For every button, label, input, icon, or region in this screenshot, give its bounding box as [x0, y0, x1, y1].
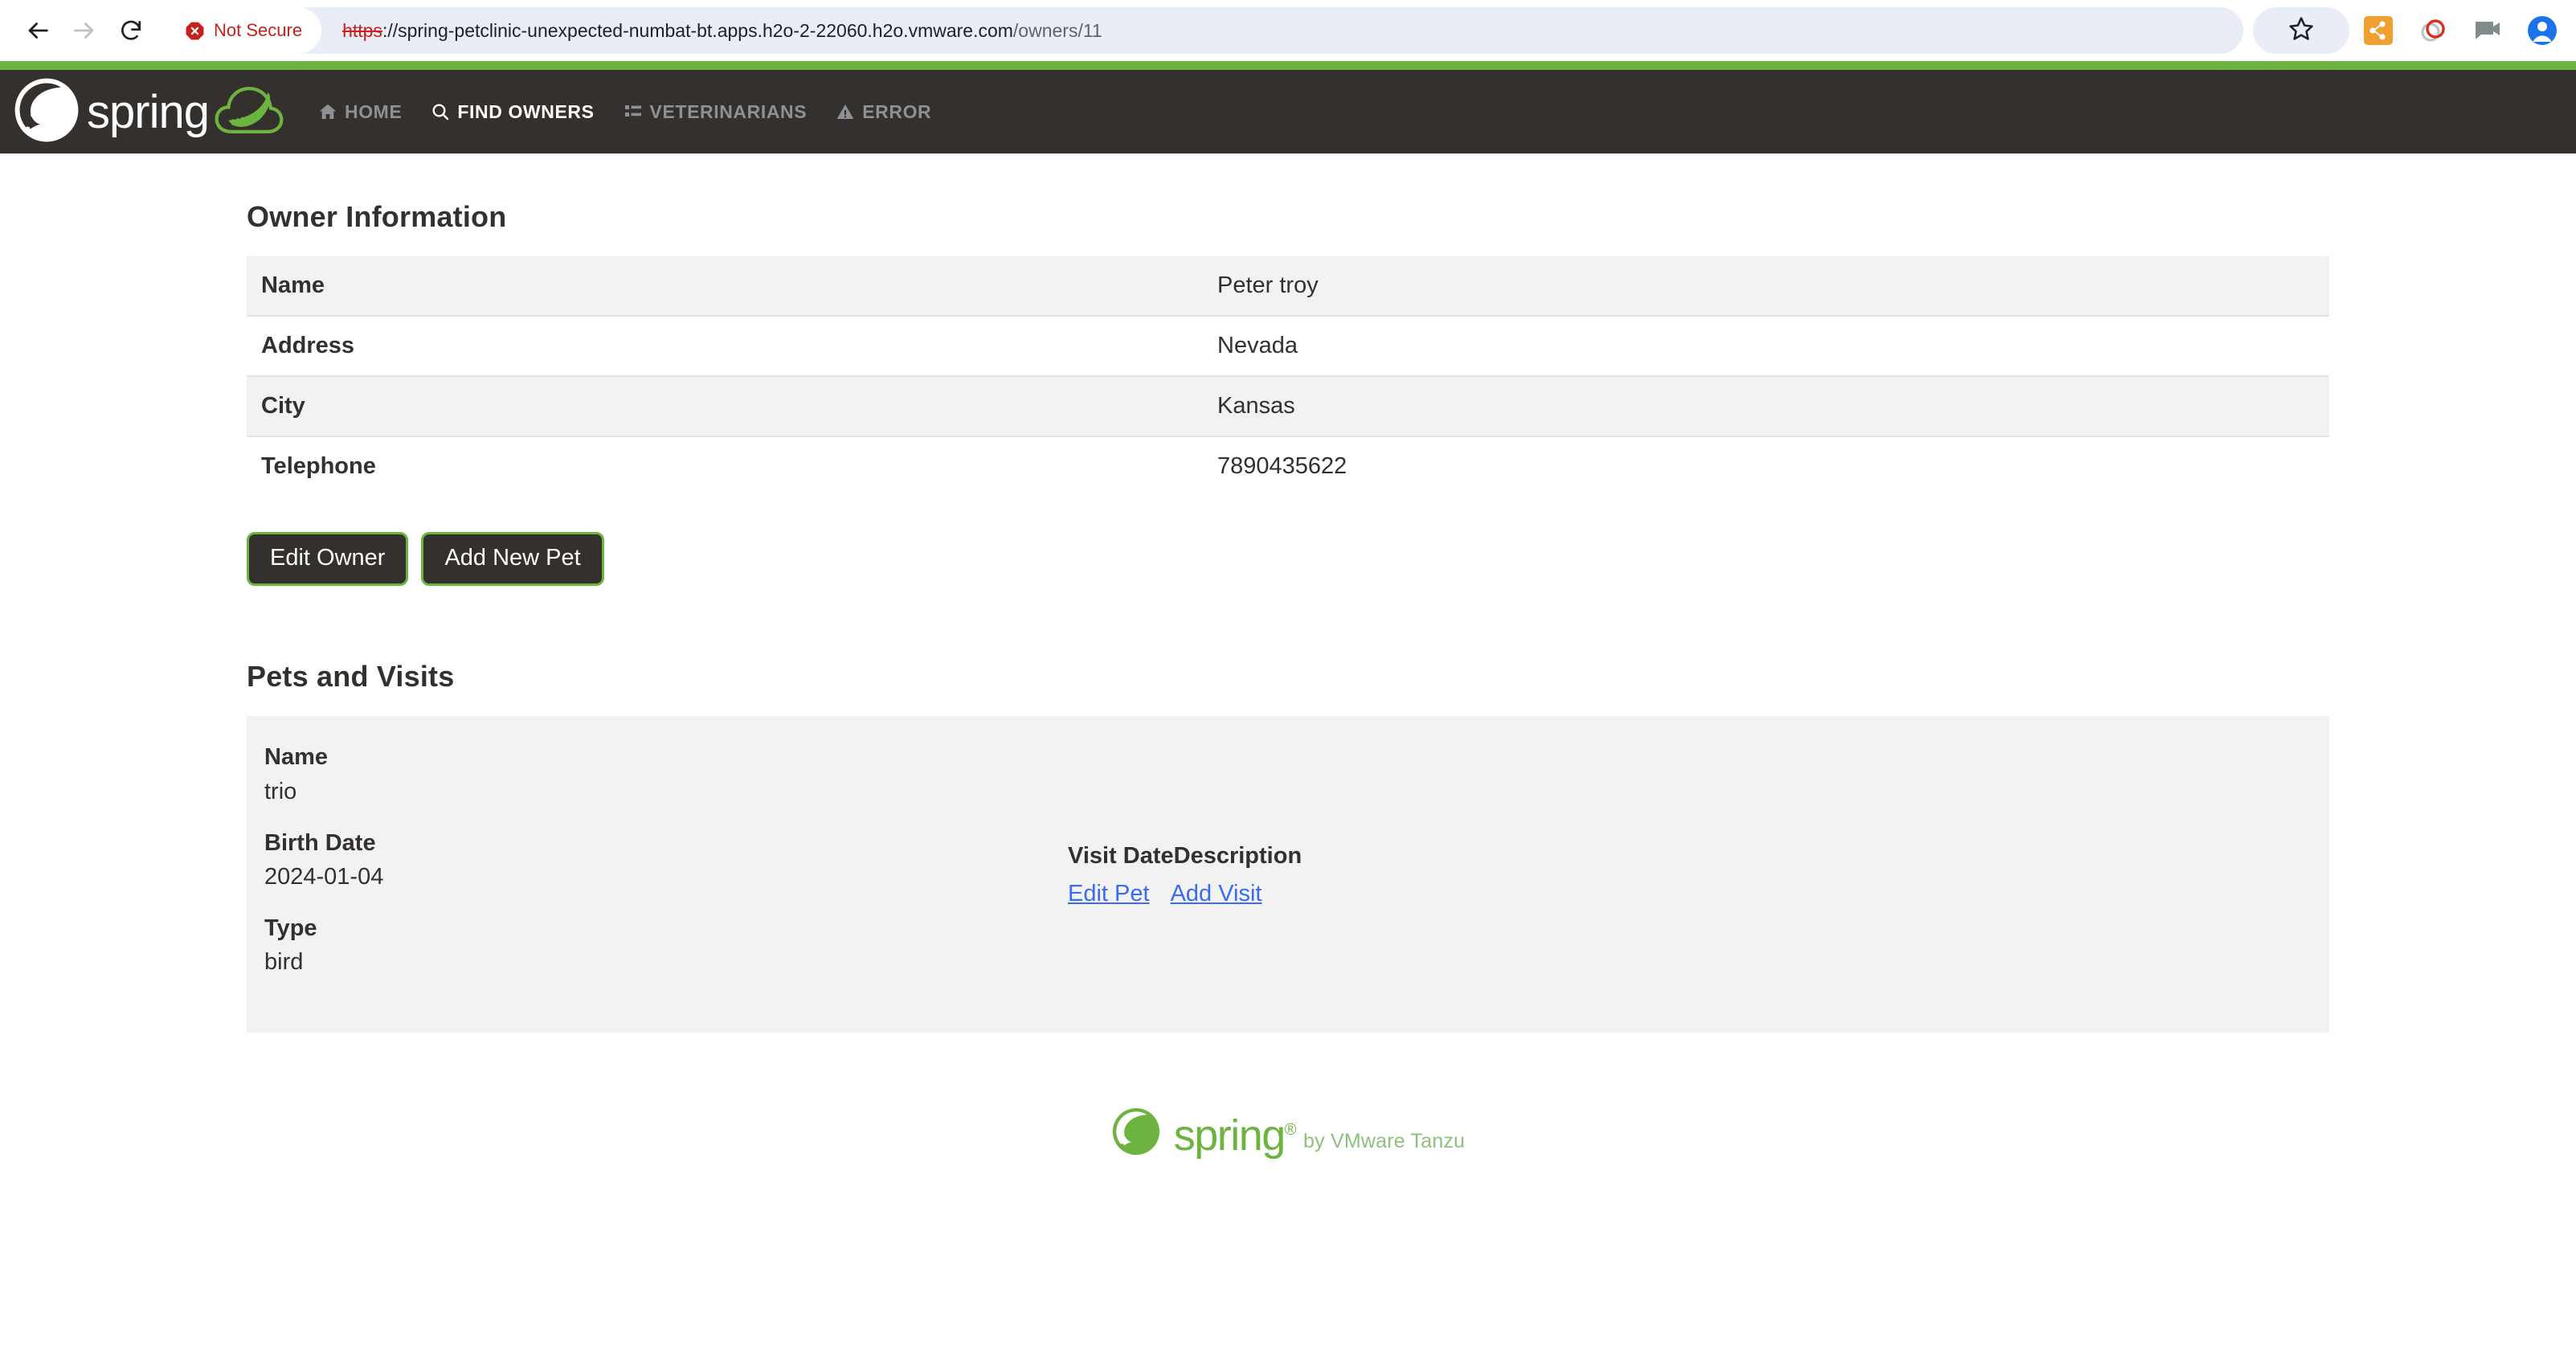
security-status-chip[interactable]: Not Secure [169, 7, 322, 54]
registered-mark: ® [1284, 1121, 1297, 1140]
url-path: /owners/11 [1012, 19, 1102, 41]
browser-extensions [2362, 14, 2562, 47]
bookmark-button[interactable] [2253, 7, 2349, 54]
nav-item-home[interactable]: HOME [318, 101, 402, 123]
pet-name-label: Name [264, 744, 328, 771]
visit-date-header: Visit Date [1068, 843, 1174, 870]
add-visit-link[interactable]: Add Visit [1171, 881, 1262, 907]
security-status-label: Not Secure [214, 20, 303, 40]
spring-leaf-logo-green-icon [1111, 1107, 1161, 1160]
brand-logo-link[interactable]: spring 010101 [13, 76, 284, 148]
table-row: Name Peter troy [247, 256, 2329, 317]
owner-row-label: Address [247, 315, 1203, 377]
nav-item-find-owners-label: FIND OWNERS [457, 100, 595, 122]
table-row: City Kansas [247, 375, 2329, 437]
pet-details: Name trio Birth Date 2024-01-04 Type bir… [264, 740, 1068, 1001]
visits-header-row: Visit Date Description [1068, 843, 1302, 874]
forward-arrow-icon [71, 17, 98, 44]
owner-row-label: Telephone [247, 436, 1203, 497]
add-new-pet-button[interactable]: Add New Pet [421, 531, 604, 587]
pets-panel: Name trio Birth Date 2024-01-04 Type bir… [247, 716, 2329, 1033]
pet-type-label: Type [264, 915, 317, 941]
owner-row-value: Nevada [1203, 315, 2329, 377]
site-footer: spring® by VMware Tanzu [247, 1107, 2329, 1160]
nav-links: HOME FIND OWNERS VETERINARIANS ERROR [318, 101, 931, 123]
brand-wordmark: spring [87, 85, 210, 138]
page-content: Owner Information Name Peter troy Addres… [0, 153, 2576, 1160]
footer-tagline: by VMware Tanzu [1303, 1130, 1466, 1153]
search-icon [431, 102, 450, 121]
footer-brand-wordmark: spring® [1173, 1111, 1297, 1160]
url-separator: :// [382, 19, 399, 41]
owner-row-label: City [247, 375, 1203, 437]
nav-item-error[interactable]: ERROR [836, 101, 931, 123]
recorder-extension-icon[interactable] [2417, 14, 2449, 47]
owner-information-table: Name Peter troy Address Nevada City Kans… [247, 256, 2329, 497]
pet-actions: Edit Pet Add Visit [1068, 881, 2312, 907]
pet-birth-date-label: Birth Date [264, 829, 376, 856]
pet-name-field: Name trio [264, 740, 1068, 808]
site-navigation: spring 010101 HOME FIND OWNERS VETERINAR… [0, 70, 2576, 153]
forward-button[interactable] [61, 7, 108, 54]
back-arrow-icon [24, 17, 51, 44]
table-row: Address Nevada [247, 315, 2329, 377]
warning-triangle-icon [836, 102, 855, 121]
nav-item-veterinarians-label: VETERINARIANS [649, 100, 808, 122]
back-button[interactable] [14, 7, 61, 54]
url-host: spring-petclinic-unexpected-numbat-bt.ap… [398, 19, 1013, 41]
edit-pet-link[interactable]: Edit Pet [1068, 881, 1150, 907]
reload-button[interactable] [108, 7, 154, 54]
browser-toolbar: Not Secure https://spring-petclinic-unex… [0, 0, 2576, 61]
visits-column: Visit Date Description Edit Pet Add Visi… [1068, 740, 2312, 1001]
nav-item-home-label: HOME [344, 100, 403, 122]
not-secure-octagon-icon [185, 21, 205, 41]
star-icon [2288, 15, 2315, 47]
accent-stripe [0, 61, 2576, 70]
spring-leaf-logo-icon [13, 76, 80, 148]
owner-row-value: 7890435622 [1203, 436, 2329, 497]
pet-birth-date-value: 2024-01-04 [264, 863, 384, 890]
url-display[interactable]: https://spring-petclinic-unexpected-numb… [342, 20, 1102, 42]
owner-information-title: Owner Information [247, 200, 507, 233]
content-container: Owner Information Name Peter troy Addres… [234, 200, 2342, 1160]
nav-item-find-owners[interactable]: FIND OWNERS [431, 101, 594, 123]
reload-icon [118, 18, 144, 43]
pet-type-value: bird [264, 948, 304, 975]
owner-row-label: Name [261, 272, 325, 298]
pet-birth-date-field: Birth Date 2024-01-04 [264, 826, 1068, 894]
video-extension-icon[interactable] [2472, 14, 2504, 47]
owner-row-value: Kansas [1203, 375, 2329, 437]
share-extension-icon[interactable] [2362, 14, 2394, 47]
nav-item-veterinarians[interactable]: VETERINARIANS [624, 101, 808, 123]
visits-table: Visit Date Description [1068, 843, 1302, 874]
list-icon [624, 102, 643, 121]
footer-brand-text: spring [1173, 1111, 1286, 1160]
owner-row-value: Peter troy [1217, 272, 1319, 298]
url-scheme: https [342, 19, 382, 41]
owner-actions: Edit Owner Add New Pet [247, 531, 2329, 587]
profile-avatar-icon[interactable] [2526, 14, 2558, 47]
pet-name-value: trio [264, 778, 297, 804]
pet-type-field: Type bird [264, 911, 1068, 979]
visit-description-header: Description [1173, 843, 1302, 870]
petclinic-cloud-leaf-icon: 010101 [214, 76, 284, 148]
address-bar[interactable]: Not Secure https://spring-petclinic-unex… [169, 7, 2243, 54]
nav-item-error-label: ERROR [862, 100, 932, 122]
edit-owner-button[interactable]: Edit Owner [247, 531, 409, 587]
pets-and-visits-title: Pets and Visits [247, 660, 455, 694]
home-icon [318, 102, 337, 121]
table-row: Telephone 7890435622 [247, 436, 2329, 497]
